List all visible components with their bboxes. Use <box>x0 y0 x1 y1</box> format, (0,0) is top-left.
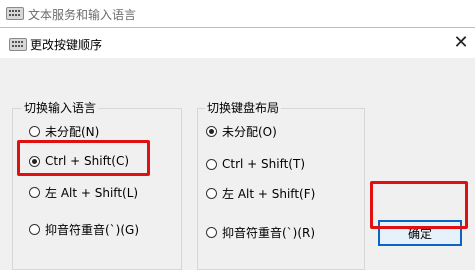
highlight-ok-button <box>370 181 468 229</box>
parent-window-titlebar: 文本服务和输入语言 <box>0 0 475 28</box>
radio-button[interactable] <box>29 186 40 198</box>
parent-window-title: 文本服务和输入语言 <box>28 8 137 22</box>
radio-label: 未分配(O) <box>222 124 277 139</box>
radio-layout-grave-accent[interactable]: 抑音符重音(`)(R) <box>206 224 315 240</box>
radio-button[interactable] <box>29 125 40 137</box>
input-language-group-label: 切换输入语言 <box>22 99 99 116</box>
radio-input-none[interactable]: 未分配(N) <box>29 123 99 139</box>
radio-label: 未分配(N) <box>45 124 100 139</box>
close-icon[interactable]: ✕ <box>450 32 472 54</box>
radio-button[interactable] <box>206 187 217 199</box>
radio-button[interactable] <box>206 158 217 170</box>
radio-layout-left-alt-shift[interactable]: 左 Alt + Shift(F) <box>206 185 315 201</box>
radio-label: 左 Alt + Shift(F) <box>222 186 316 201</box>
radio-label: Ctrl + Shift(T) <box>222 157 306 171</box>
radio-label: 抑音符重音(`)(R) <box>222 225 316 240</box>
keyboard-icon <box>9 38 27 51</box>
radio-layout-ctrl-shift[interactable]: Ctrl + Shift(T) <box>206 156 305 172</box>
dialog-titlebar: 更改按键顺序 ✕ <box>0 28 475 59</box>
radio-input-grave-accent[interactable]: 抑音符重音(`)(G) <box>29 221 139 237</box>
radio-layout-none[interactable]: 未分配(O) <box>206 123 277 139</box>
highlight-ctrl-shift <box>17 140 150 176</box>
radio-input-left-alt-shift[interactable]: 左 Alt + Shift(L) <box>29 184 138 200</box>
keyboard-icon <box>6 7 24 20</box>
radio-button[interactable] <box>206 125 217 137</box>
dialog-title: 更改按键顺序 <box>30 38 103 52</box>
radio-label: 抑音符重音(`)(G) <box>45 222 140 237</box>
radio-label: 左 Alt + Shift(L) <box>45 185 139 200</box>
keyboard-layout-group-label: 切换键盘布局 <box>205 99 282 116</box>
radio-button[interactable] <box>206 226 217 238</box>
radio-button[interactable] <box>29 223 40 235</box>
